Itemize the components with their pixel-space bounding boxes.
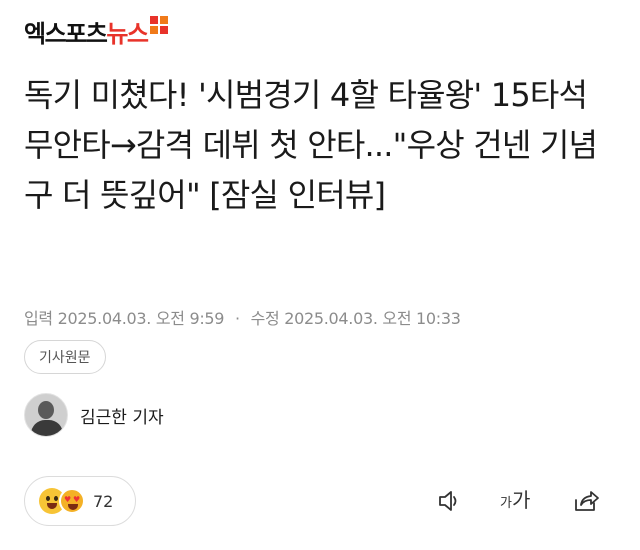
font-size-large-glyph: 가 bbox=[511, 488, 531, 512]
speaker-icon[interactable] bbox=[436, 488, 462, 518]
published-label: 입력 bbox=[24, 309, 53, 328]
heart-eyes-emoji-icon: ♥ ♥ bbox=[59, 488, 85, 514]
logo-squares-icon bbox=[149, 15, 170, 36]
original-article-button[interactable]: 기사원문 bbox=[24, 340, 106, 374]
reaction-count: 72 bbox=[93, 491, 114, 511]
reporter-avatar bbox=[24, 393, 68, 437]
published-time: 2025.04.03. 오전 9:59 bbox=[57, 309, 225, 328]
font-size-button[interactable]: 가가 bbox=[500, 484, 530, 513]
logo-text-accent: 뉴스 bbox=[106, 20, 149, 48]
site-logo[interactable]: 엑스포츠 뉴스 bbox=[24, 14, 170, 49]
modified-time: 2025.04.03. 오전 10:33 bbox=[284, 309, 461, 328]
logo-text-primary: 엑스포츠 bbox=[24, 20, 108, 48]
share-icon[interactable] bbox=[572, 488, 600, 518]
article-meta: 입력 2025.04.03. 오전 9:59 · 수정 2025.04.03. … bbox=[24, 305, 461, 329]
article-title: 독기 미쳤다! '시범경기 4할 타율왕' 15타석 무안타→감격 데뷔 첫 안… bbox=[24, 76, 598, 214]
meta-separator: · bbox=[234, 309, 240, 328]
modified-label: 수정 bbox=[250, 309, 280, 328]
reaction-button[interactable]: ♥ ♥ 72 bbox=[24, 476, 136, 526]
reporter-info[interactable]: 김근한 기자 bbox=[24, 393, 164, 437]
font-size-small-glyph: 가 bbox=[500, 496, 512, 511]
reporter-name: 김근한 기자 bbox=[80, 407, 164, 428]
